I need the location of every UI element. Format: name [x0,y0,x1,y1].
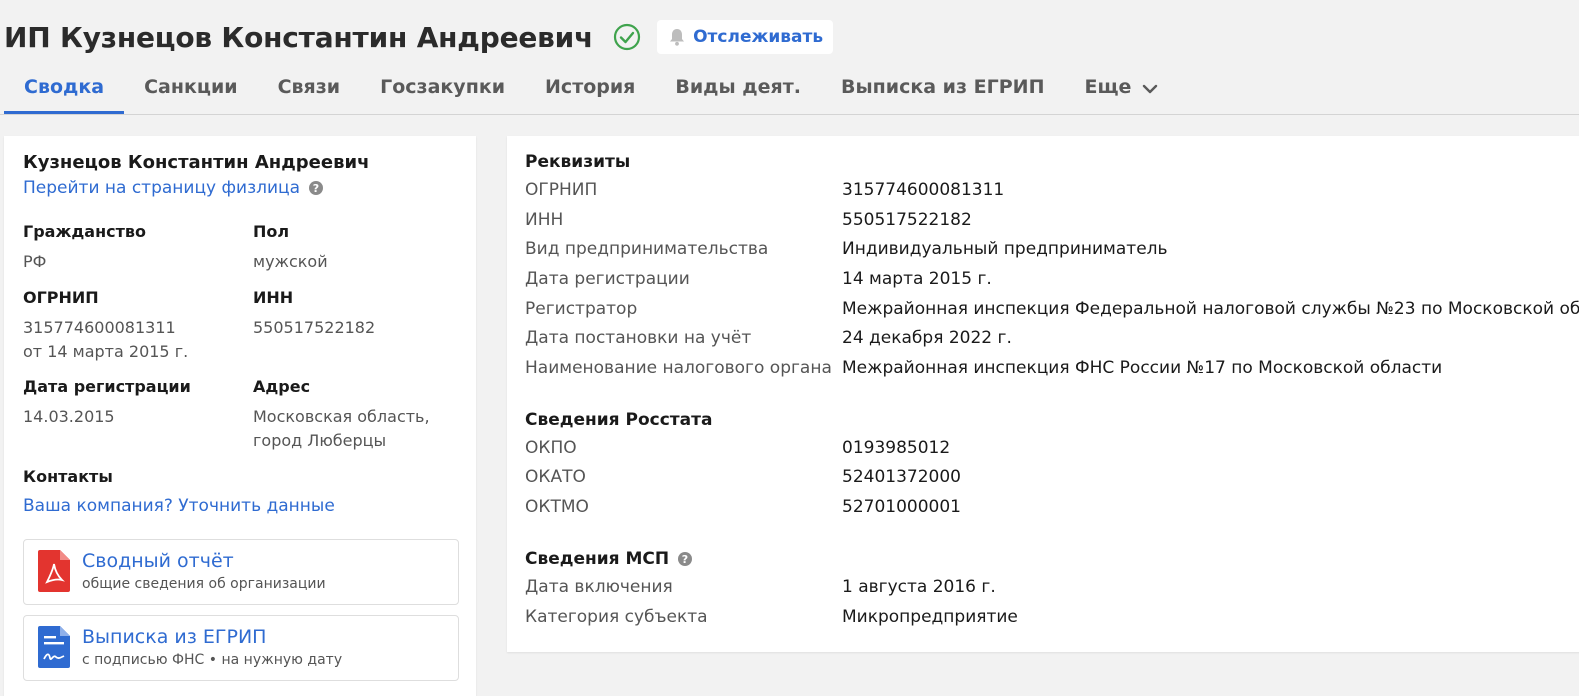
tabs-divider [0,114,1579,115]
clarify-data-link[interactable]: Ваша компания? Уточнить данные [23,496,335,516]
rosstat-label-okpo: ОКПО [525,438,577,458]
egrip-extract-title: Выписка из ЕГРИП [82,626,267,648]
rosstat-value-okato: 52401372000 [842,467,961,487]
tab-more[interactable]: Еще [1064,68,1179,114]
req-label-business-type: Вид предпринимательства [525,239,769,259]
address-label: Адрес [253,377,311,396]
tab-bar: Сводка Санкции Связи Госзакупки История … [4,68,1179,114]
tab-egrip-extract[interactable]: Выписка из ЕГРИП [821,68,1064,114]
svg-text:?: ? [313,182,319,195]
signed-document-icon [38,626,70,668]
person-page-link-text: Перейти на страницу физлица [23,178,301,198]
person-page-link[interactable]: Перейти на страницу физлица ? [23,178,324,198]
chevron-down-icon [1141,80,1159,98]
track-button[interactable]: Отслеживать [657,20,834,54]
inn-value: 550517522182 [253,318,376,337]
rosstat-label-oktmo: ОКТМО [525,497,589,517]
summary-report-title: Сводный отчёт [82,550,234,572]
tab-more-label: Еще [1084,76,1132,98]
question-icon[interactable]: ? [308,180,324,196]
tab-activities[interactable]: Виды деят. [655,68,821,114]
ogrnip-label: ОГРНИП [23,288,99,307]
req-label-inn: ИНН [525,210,564,230]
requisites-title: Реквизиты [525,152,631,172]
owner-card: Кузнецов Константин Андреевич Перейти на… [4,136,476,696]
track-label: Отслеживать [693,27,824,47]
tab-summary[interactable]: Сводка [4,68,125,114]
req-label-reg-date: Дата регистрации [525,269,690,289]
summary-report-subtitle: общие сведения об организации [82,576,326,592]
msp-value-inclusion-date: 1 августа 2016 г. [842,577,996,597]
bell-icon [667,27,687,47]
egrip-extract-subtitle: с подписью ФНС • на нужную дату [82,652,343,668]
req-label-ogrnip: ОГРНИП [525,180,598,200]
question-icon[interactable]: ? [677,551,693,567]
req-value-reg-date: 14 марта 2015 г. [842,269,992,289]
msp-title: Сведения МСП [525,549,670,569]
req-label-tax-authority: Наименование налогового органа [525,358,832,378]
verified-check-icon [613,23,641,51]
ogrnip-date: от 14 марта 2015 г. [23,342,189,361]
pdf-file-icon [38,550,70,592]
req-label-registrar: Регистратор [525,299,638,319]
citizenship-value: РФ [23,252,47,271]
summary-report-card[interactable]: Сводный отчёт общие сведения об организа… [23,539,459,605]
details-card: Реквизиты ОГРНИП 315774600081311 ИНН 550… [507,136,1579,652]
address-line-1: Московская область, [253,407,430,426]
tab-history[interactable]: История [525,68,655,114]
reg-date-value: 14.03.2015 [23,407,115,426]
rosstat-label-okato: ОКАТО [525,467,586,487]
tab-sanctions[interactable]: Санкции [124,68,258,114]
ogrnip-value: 315774600081311 [23,318,176,337]
sex-value: мужской [253,252,328,271]
req-value-ogrnip: 315774600081311 [842,180,1005,200]
owner-name: Кузнецов Константин Андреевич [23,152,370,173]
req-value-inn: 550517522182 [842,210,972,230]
contacts-label: Контакты [23,467,113,486]
msp-label-category: Категория субъекта [525,607,708,627]
req-value-tax-reg-date: 24 декабря 2022 г. [842,328,1012,348]
egrip-extract-card[interactable]: Выписка из ЕГРИП с подписью ФНС • на нуж… [23,615,459,681]
rosstat-value-okpo: 0193985012 [842,438,951,458]
tab-links[interactable]: Связи [258,68,361,114]
citizenship-label: Гражданство [23,222,147,241]
page-header: ИП Кузнецов Константин Андреевич Отслежи… [4,14,834,60]
msp-value-category: Микропредприятие [842,607,1018,627]
req-value-business-type: Индивидуальный предприниматель [842,239,1168,259]
page-title: ИП Кузнецов Константин Андреевич [4,20,594,54]
rosstat-title: Сведения Росстата [525,410,713,430]
reg-date-label: Дата регистрации [23,377,191,396]
req-label-tax-reg-date: Дата постановки на учёт [525,328,752,348]
req-value-tax-authority: Межрайонная инспекция ФНС России №17 по … [842,358,1443,378]
sex-label: Пол [253,222,290,241]
req-value-registrar: Межрайонная инспекция Федеральной налого… [842,299,1579,319]
svg-text:?: ? [682,553,688,566]
inn-label: ИНН [253,288,294,307]
address-line-2: город Люберцы [253,431,387,450]
rosstat-value-oktmo: 52701000001 [842,497,961,517]
msp-section-title: Сведения МСП ? [525,549,693,569]
msp-label-inclusion-date: Дата включения [525,577,673,597]
tab-procurement[interactable]: Госзакупки [360,68,525,114]
